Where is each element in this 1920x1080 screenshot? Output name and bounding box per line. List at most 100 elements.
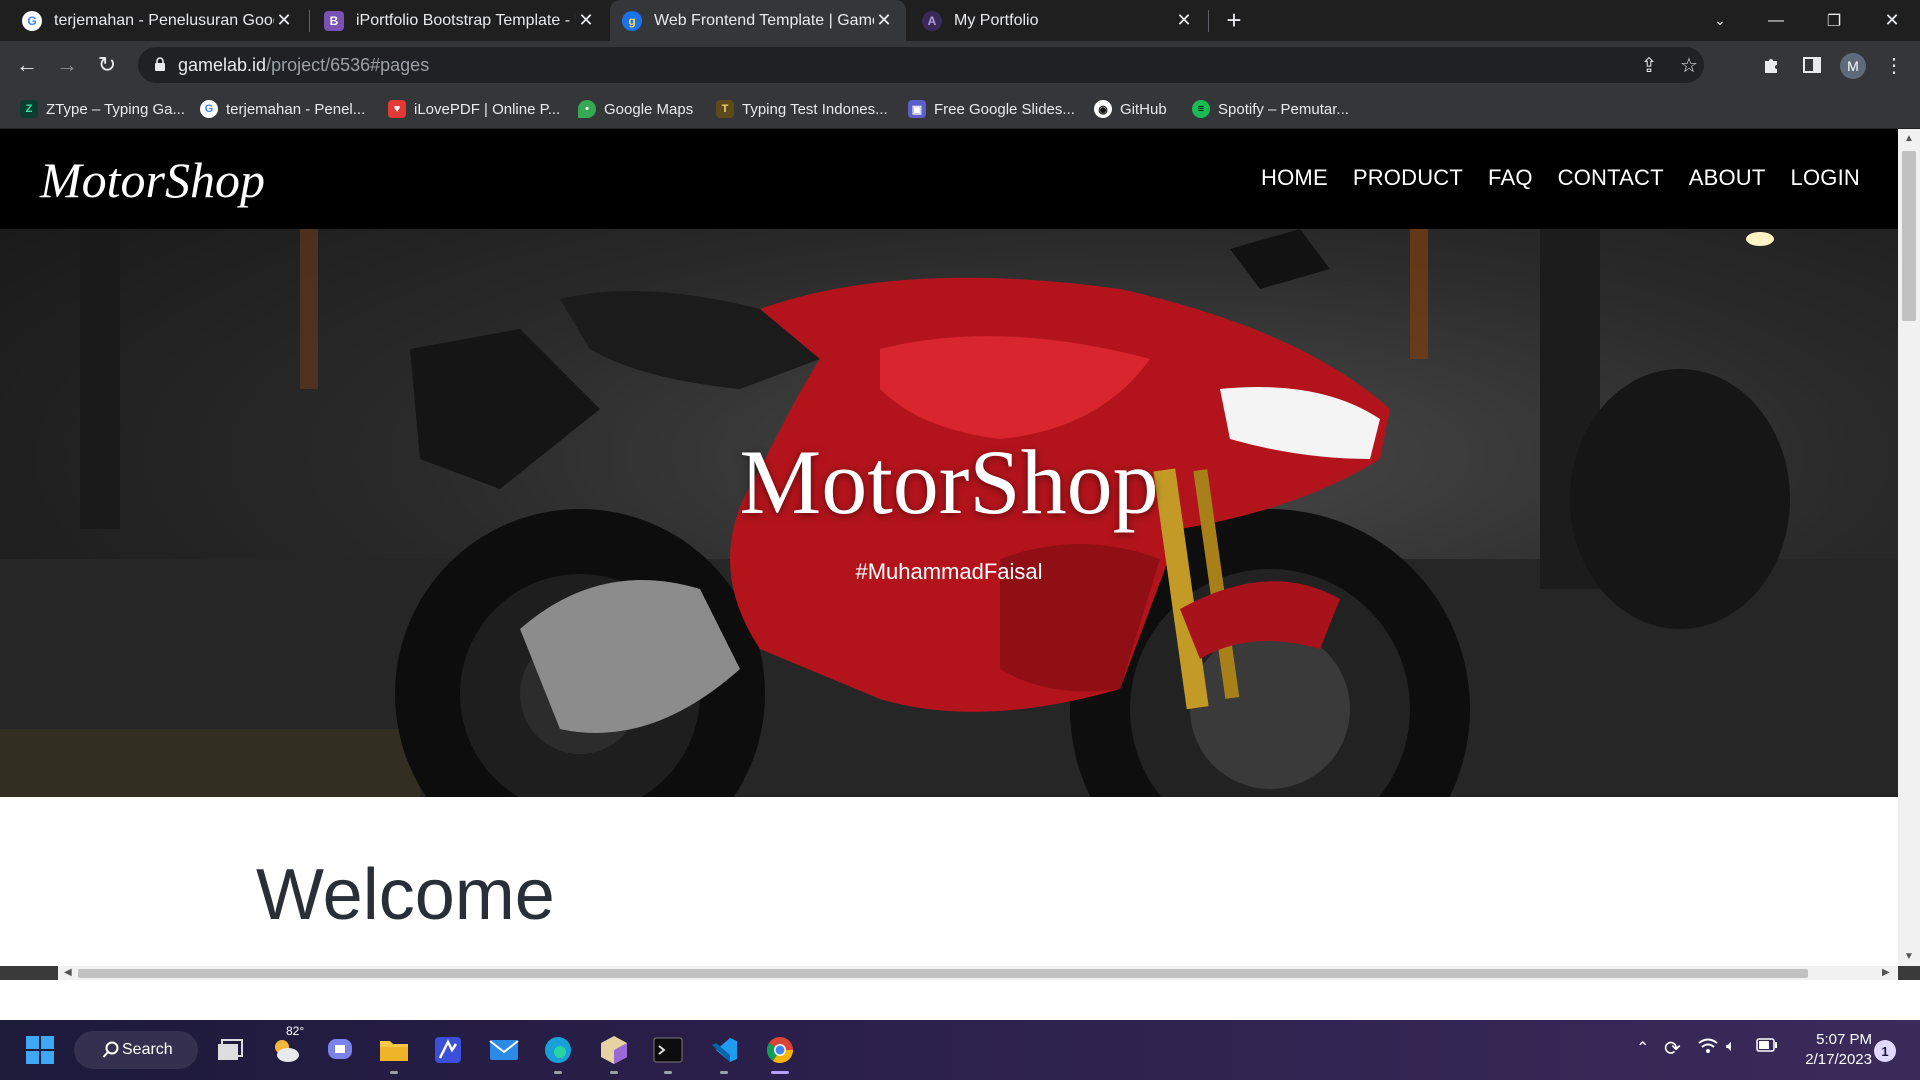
bookmark-label: Spotify – Pemutar... — [1218, 100, 1349, 118]
bookmark-spotify[interactable]: ≡ Spotify – Pemutar... — [1192, 98, 1349, 120]
bookmark-star-icon[interactable]: ☆ — [1678, 54, 1700, 77]
tab-iportfolio[interactable]: B iPortfolio Bootstrap Template - Ind ✕ — [312, 0, 608, 41]
teams-chat-icon[interactable] — [320, 1030, 360, 1070]
nav-link-login[interactable]: LOGIN — [1791, 165, 1860, 191]
file-explorer-icon[interactable] — [374, 1030, 414, 1074]
spotify-icon: ≡ — [1192, 100, 1210, 118]
tab-title: iPortfolio Bootstrap Template - Ind — [356, 11, 576, 29]
share-icon[interactable]: ⇪ — [1638, 54, 1660, 77]
welcome-heading: Welcome — [256, 855, 555, 935]
github-icon: ◉ — [1094, 100, 1112, 118]
tab-google-search[interactable]: G terjemahan - Penelusuran Google ✕ — [10, 0, 306, 41]
forward-arrow-icon[interactable]: → — [51, 49, 83, 81]
vertical-scrollbar[interactable]: ▲ ▼ — [1898, 129, 1920, 980]
scrollbar-corner — [1898, 966, 1920, 980]
close-icon[interactable]: ✕ — [576, 10, 596, 31]
bookmark-label: terjemahan - Penel... — [226, 100, 366, 118]
address-bar[interactable]: gamelab.id/project/6536#pages ⇪ ☆ — [138, 47, 1704, 83]
restore-icon[interactable]: ❐ — [1806, 0, 1862, 41]
horizontal-scrollbar[interactable]: ◀ ▶ — [0, 966, 1898, 980]
notification-badge[interactable]: 1 — [1874, 1040, 1896, 1062]
menu-kebab-icon[interactable]: ⋮ — [1882, 53, 1906, 77]
google-icon: G — [22, 10, 42, 31]
show-hidden-icons-chevron-icon[interactable]: ⌃ — [1636, 1038, 1649, 1058]
nav-link-faq[interactable]: FAQ — [1488, 165, 1533, 191]
battery-icon[interactable] — [1756, 1038, 1778, 1057]
tab-search-chevron-icon[interactable]: ⌄ — [1692, 0, 1748, 41]
slides-icon: ▣ — [908, 100, 926, 118]
bookmark-ilovepdf[interactable]: ♥ iLovePDF | Online P... — [388, 98, 560, 120]
horizontal-scroll-thumb[interactable] — [78, 969, 1808, 978]
extensions-puzzle-icon[interactable] — [1760, 53, 1784, 77]
weather-icon[interactable]: 82° — [266, 1024, 306, 1070]
side-panel-icon[interactable] — [1800, 53, 1824, 77]
package-app-icon[interactable] — [594, 1030, 634, 1074]
nav-link-product[interactable]: PRODUCT — [1353, 165, 1463, 191]
window-close-icon[interactable]: ✕ — [1864, 0, 1920, 41]
reload-icon[interactable]: ↻ — [91, 49, 123, 81]
weather-temp: 82° — [286, 1024, 305, 1038]
running-indicator — [720, 1071, 728, 1074]
scroll-left-arrow-icon[interactable]: ◀ — [64, 967, 72, 978]
bookmark-label: GitHub — [1120, 100, 1167, 118]
bookmark-label: Typing Test Indones... — [742, 100, 888, 118]
nav-link-about[interactable]: ABOUT — [1689, 165, 1766, 191]
mail-icon[interactable] — [484, 1030, 524, 1070]
page-viewport: MotorShop HOME PRODUCT FAQ CONTACT ABOUT… — [0, 129, 1920, 980]
google-icon: G — [200, 100, 218, 118]
portfolio-icon: A — [922, 10, 942, 31]
close-icon[interactable]: ✕ — [274, 10, 294, 31]
task-view-icon[interactable] — [210, 1030, 250, 1070]
tab-title: terjemahan - Penelusuran Google — [54, 11, 274, 29]
bookmark-free-slides[interactable]: ▣ Free Google Slides... — [908, 98, 1075, 120]
bootstrap-icon: B — [324, 10, 344, 31]
wifi-icon[interactable] — [1698, 1038, 1718, 1059]
close-icon[interactable]: ✕ — [874, 10, 894, 31]
tab-my-portfolio[interactable]: A My Portfolio ✕ — [910, 0, 1206, 41]
nav-link-home[interactable]: HOME — [1261, 165, 1328, 191]
terminal-icon[interactable] — [648, 1030, 688, 1074]
back-arrow-icon[interactable]: ← — [11, 49, 43, 81]
search-icon — [102, 1041, 119, 1058]
start-windows-icon[interactable] — [20, 1030, 60, 1070]
bookmark-typing-test[interactable]: T Typing Test Indones... — [716, 98, 888, 120]
bookmark-label: Google Maps — [604, 100, 694, 118]
edge-browser-icon[interactable] — [538, 1030, 578, 1074]
running-indicator — [771, 1071, 789, 1074]
hero-title: MotorShop — [739, 431, 1159, 533]
tab-separator — [1208, 10, 1209, 32]
url-host: gamelab.id — [178, 55, 267, 75]
bookmark-ztype[interactable]: Z ZType – Typing Ga... — [20, 98, 185, 120]
volume-icon[interactable]: 🔈︎ — [1726, 1038, 1736, 1056]
site-nav-links: HOME PRODUCT FAQ CONTACT ABOUT LOGIN — [1261, 165, 1860, 191]
system-clock[interactable]: 5:07 PM 2/17/2023 — [1782, 1030, 1872, 1070]
nav-link-contact[interactable]: CONTACT — [1558, 165, 1664, 191]
vertical-scroll-thumb[interactable] — [1902, 151, 1916, 321]
bookmark-github[interactable]: ◉ GitHub — [1094, 98, 1167, 120]
running-indicator — [554, 1071, 562, 1074]
browser-toolbar: ← → ↻ gamelab.id/project/6536#pages ⇪ ☆ … — [0, 41, 1920, 89]
tab-title: Web Frontend Template | Gamelab — [654, 11, 874, 29]
bookmark-google[interactable]: G terjemahan - Penel... — [200, 98, 365, 120]
taskbar-search[interactable]: Search — [74, 1031, 198, 1069]
profile-avatar[interactable]: M — [1840, 53, 1866, 79]
tab-gamelab[interactable]: g Web Frontend Template | Gamelab ✕ — [610, 0, 906, 41]
bookmark-google-maps[interactable]: • Google Maps — [578, 98, 693, 120]
scroll-down-arrow-icon[interactable]: ▼ — [1904, 951, 1914, 962]
close-icon[interactable]: ✕ — [1174, 10, 1194, 31]
new-tab-button[interactable]: + — [1220, 6, 1248, 34]
ilovepdf-icon: ♥ — [388, 100, 406, 118]
url-text: gamelab.id/project/6536#pages — [178, 55, 429, 76]
url-path: /project/6536#pages — [266, 55, 430, 75]
scroll-up-arrow-icon[interactable]: ▲ — [1904, 133, 1914, 144]
scrollbar-dark-segment — [0, 966, 58, 980]
minimize-icon[interactable]: — — [1748, 0, 1804, 41]
vscode-icon[interactable] — [704, 1030, 744, 1074]
clock-time: 5:07 PM — [1816, 1031, 1872, 1048]
scroll-right-arrow-icon[interactable]: ▶ — [1882, 967, 1890, 978]
site-brand-logo[interactable]: MotorShop — [40, 151, 265, 209]
whiteboard-app-icon[interactable] — [428, 1030, 468, 1070]
sync-icon[interactable]: ⟳ — [1664, 1036, 1681, 1061]
running-indicator — [390, 1071, 398, 1074]
chrome-icon[interactable] — [760, 1030, 800, 1074]
